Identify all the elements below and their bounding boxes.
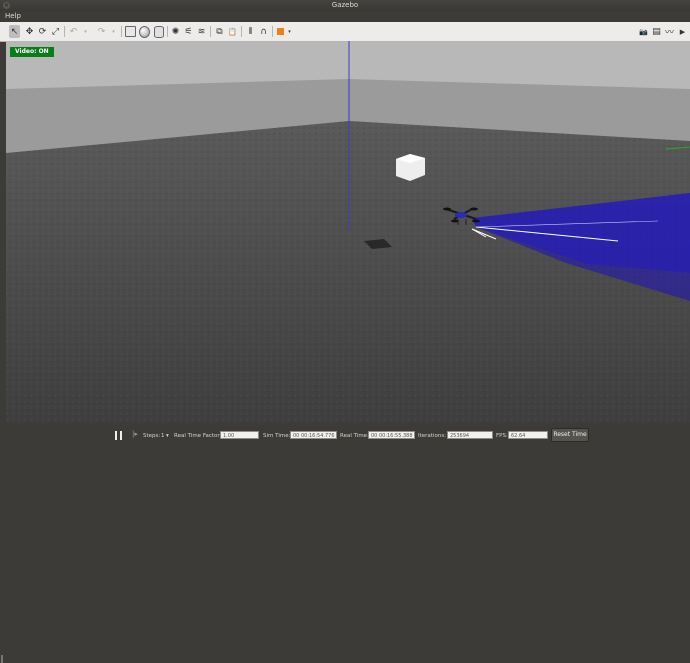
steps-dropdown-icon[interactable]: ▾ <box>166 433 169 439</box>
copy-icon[interactable]: ⧉ <box>214 26 225 37</box>
spot-light-icon[interactable]: ⚟ <box>183 26 194 37</box>
redo-icon[interactable]: ↷ <box>96 26 107 37</box>
sim-time-field: 00 00:16:54.776 <box>290 431 337 439</box>
steps-label: Steps: <box>143 433 161 439</box>
ground-texture <box>6 121 690 423</box>
box-shape-icon[interactable] <box>125 26 136 37</box>
plot-icon[interactable]: 〰 <box>664 26 675 38</box>
sphere-shape-icon[interactable] <box>139 25 150 38</box>
pause-icon <box>115 431 117 440</box>
real-time-field: 00 00:16:55.388 <box>368 431 415 439</box>
steps-value[interactable]: 1 <box>161 433 165 439</box>
sim-time-label: Sim Time: <box>263 433 291 439</box>
paste-icon[interactable]: 📋 <box>227 26 238 37</box>
undo-icon[interactable]: ↶ <box>68 26 79 37</box>
point-light-icon[interactable]: ✺ <box>170 26 181 37</box>
undo-dropdown-icon[interactable]: ▾ <box>80 26 91 37</box>
iterations-field: 253694 <box>447 431 493 439</box>
redo-dropdown-icon[interactable]: ▾ <box>108 26 119 37</box>
translate-icon[interactable]: ✥ <box>24 26 35 37</box>
screenshot-camera-icon[interactable]: 📷 <box>638 26 649 37</box>
toolbar-separator <box>167 26 168 37</box>
select-arrow-icon[interactable]: ↖ <box>9 25 20 38</box>
close-icon[interactable]: × <box>3 2 10 9</box>
align-icon[interactable]: ⫴ <box>245 26 256 37</box>
toolbar-separator <box>210 26 211 37</box>
reset-time-button[interactable]: Reset Time <box>551 428 589 442</box>
snap-icon[interactable]: ∩ <box>258 26 269 37</box>
toolbar-separator <box>241 26 242 37</box>
3d-viewport[interactable] <box>6 41 690 423</box>
iterations-label: Iterations: <box>418 433 447 439</box>
toolbar-separator <box>121 26 122 37</box>
step-icon[interactable]: |▸ <box>132 430 138 438</box>
rotate-icon[interactable]: ⟳ <box>37 26 48 37</box>
video-record-icon[interactable]: ▶ <box>677 26 688 37</box>
menu-help[interactable]: Help <box>5 12 21 20</box>
resize-grip[interactable] <box>1 655 3 663</box>
directional-light-icon[interactable]: ≋ <box>196 26 207 37</box>
pause-icon <box>120 431 122 440</box>
scale-icon[interactable]: ⤢ <box>50 26 61 37</box>
toolbar: ↖ ✥ ⟳ ⤢ ↶ ▾ ↷ ▾ ✺ ⚟ ≋ ⧉ 📋 ⫴ ∩ ▾ 📷 ▤ 〰 ▶ <box>0 22 690 42</box>
window-titlebar: × Gazebo <box>0 0 690 11</box>
view-dropdown-icon[interactable]: ▾ <box>284 26 295 37</box>
cylinder-shape-icon[interactable] <box>153 25 164 38</box>
toolbar-separator <box>272 26 273 37</box>
real-time-label: Real Time: <box>340 433 369 439</box>
window-title: Gazebo <box>331 1 359 9</box>
toolbar-separator <box>64 26 65 37</box>
pause-button[interactable] <box>115 431 123 441</box>
menu-bar: Help <box>0 11 690 22</box>
video-status-badge: Video: ON <box>10 47 54 57</box>
fps-label: FPS: <box>496 433 508 439</box>
real-time-factor-field: 1.00 <box>220 431 259 439</box>
real-time-factor-label: Real Time Factor: <box>174 433 222 439</box>
log-icon[interactable]: ▤ <box>651 26 662 37</box>
scene-render <box>6 41 690 423</box>
status-bar: |▸ Steps: 1 ▾ Real Time Factor: 1.00 Sim… <box>0 423 690 663</box>
fps-field: 62.64 <box>508 431 548 439</box>
